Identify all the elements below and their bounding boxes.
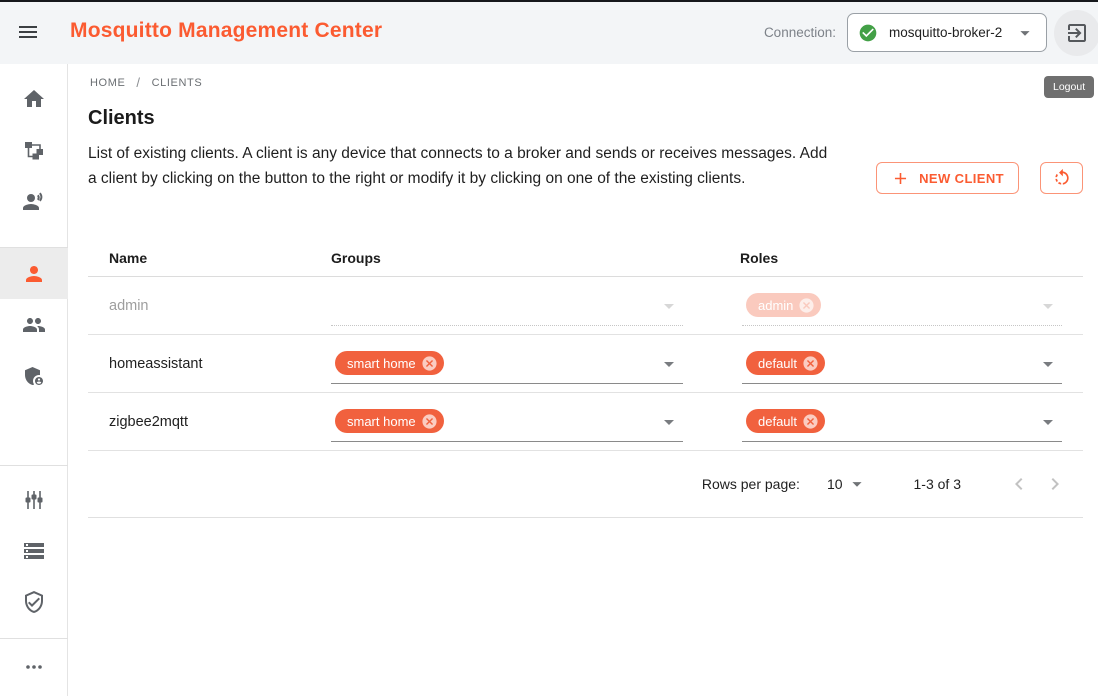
app-title: Mosquitto Management Center <box>70 19 382 43</box>
client-name: zigbee2mqtt <box>88 414 331 430</box>
roles-select: admin <box>742 286 1062 326</box>
chevron-left-icon <box>1007 472 1031 496</box>
breadcrumb: HOME / CLIENTS <box>90 75 202 90</box>
chip-delete-icon[interactable] <box>802 355 819 372</box>
client-name: homeassistant <box>88 356 331 372</box>
chevron-down-icon <box>657 410 681 434</box>
sidebar-item-certificates[interactable] <box>0 578 68 626</box>
new-client-button[interactable]: NEW CLIENT <box>876 162 1019 194</box>
rows-per-page-select[interactable]: 10 <box>827 473 868 495</box>
home-icon <box>22 87 46 111</box>
column-header-roles: Roles <box>740 250 1083 266</box>
admin-panel-settings-icon <box>22 364 46 388</box>
rows-per-page-label: Rows per page: <box>702 476 800 492</box>
roles-select[interactable]: default <box>742 402 1062 442</box>
chevron-down-icon <box>657 294 681 318</box>
groups-select <box>331 286 683 326</box>
exit-to-app-icon <box>1065 21 1089 45</box>
clients-table: Name Groups Roles admin admin <box>88 240 1083 518</box>
chevron-right-icon <box>1043 472 1067 496</box>
check-circle-icon <box>858 23 878 43</box>
page-actions: NEW CLIENT <box>876 162 1083 194</box>
sidebar-item-streams[interactable] <box>0 527 68 575</box>
sidebar <box>0 64 68 696</box>
column-header-name: Name <box>88 250 331 266</box>
previous-page-button <box>1001 466 1037 502</box>
chip-delete-icon[interactable] <box>421 355 438 372</box>
chip-delete-icon[interactable] <box>421 413 438 430</box>
sidebar-item-groups[interactable] <box>0 301 68 349</box>
role-chip-label: default <box>758 356 797 371</box>
connection-label: Connection: <box>764 25 836 40</box>
connection-select[interactable]: mosquitto-broker-2 <box>847 13 1047 52</box>
sidebar-divider <box>0 638 68 639</box>
logout-button[interactable] <box>1054 10 1098 56</box>
table-pagination: Rows per page: 10 1-3 of 3 <box>88 451 1083 518</box>
group-chip-label: smart home <box>347 356 416 371</box>
next-page-button <box>1037 466 1073 502</box>
connection-value: mosquitto-broker-2 <box>889 25 1014 40</box>
group-chip[interactable]: smart home <box>335 409 444 433</box>
rows-per-page-value: 10 <box>827 476 843 492</box>
page-title: Clients <box>88 107 155 130</box>
role-chip[interactable]: default <box>746 409 825 433</box>
more-horiz-icon <box>22 655 46 679</box>
sidebar-item-more[interactable] <box>0 643 68 691</box>
person-icon <box>22 262 46 286</box>
client-name: admin <box>88 298 331 314</box>
logout-tooltip: Logout <box>1044 76 1094 98</box>
table-row[interactable]: homeassistant smart home default <box>88 335 1083 393</box>
chip-delete-icon <box>798 297 815 314</box>
menu-icon[interactable] <box>16 20 40 44</box>
chevron-down-icon <box>1036 410 1060 434</box>
sidebar-item-terminal[interactable] <box>0 177 68 225</box>
chevron-down-icon <box>1036 352 1060 376</box>
role-chip-label: admin <box>758 298 793 313</box>
chevron-down-icon <box>1014 22 1036 44</box>
role-chip[interactable]: default <box>746 351 825 375</box>
tune-icon <box>22 488 46 512</box>
verified-user-icon <box>22 590 46 614</box>
schema-icon <box>22 138 46 162</box>
sidebar-item-home[interactable] <box>0 75 68 123</box>
pagination-range: 1-3 of 3 <box>914 476 961 492</box>
groups-select[interactable]: smart home <box>331 344 683 384</box>
app-bar: Mosquitto Management Center Connection: … <box>0 0 1098 64</box>
window-top-edge <box>0 0 1098 2</box>
column-header-groups: Groups <box>331 250 740 266</box>
record-voice-over-icon <box>22 189 46 213</box>
sidebar-item-clients[interactable] <box>0 248 68 299</box>
storage-icon <box>22 539 46 563</box>
breadcrumb-home[interactable]: HOME <box>90 77 125 89</box>
breadcrumb-current: CLIENTS <box>152 77 203 89</box>
groups-select[interactable]: smart home <box>331 402 683 442</box>
group-chip-label: smart home <box>347 414 416 429</box>
table-row[interactable]: zigbee2mqtt smart home default <box>88 393 1083 451</box>
people-icon <box>22 313 46 337</box>
table-header: Name Groups Roles <box>88 240 1083 277</box>
group-chip[interactable]: smart home <box>335 351 444 375</box>
page-description: List of existing clients. A client is an… <box>88 141 840 191</box>
breadcrumb-separator: / <box>136 75 140 90</box>
new-client-button-label: NEW CLIENT <box>919 171 1004 186</box>
sidebar-item-settings[interactable] <box>0 476 68 524</box>
sidebar-item-roles[interactable] <box>0 352 68 400</box>
add-icon <box>891 169 910 188</box>
chevron-down-icon <box>657 352 681 376</box>
sidebar-item-topic-tree[interactable] <box>0 126 68 174</box>
rotate-left-icon <box>1052 168 1072 188</box>
chevron-down-icon <box>846 473 868 495</box>
chip-delete-icon[interactable] <box>802 413 819 430</box>
main-content: HOME / CLIENTS Clients List of existing … <box>68 64 1098 696</box>
sidebar-divider <box>0 465 68 466</box>
table-row[interactable]: admin admin <box>88 277 1083 335</box>
roles-select[interactable]: default <box>742 344 1062 384</box>
role-chip: admin <box>746 293 821 317</box>
role-chip-label: default <box>758 414 797 429</box>
refresh-button[interactable] <box>1040 162 1083 194</box>
chevron-down-icon <box>1036 294 1060 318</box>
